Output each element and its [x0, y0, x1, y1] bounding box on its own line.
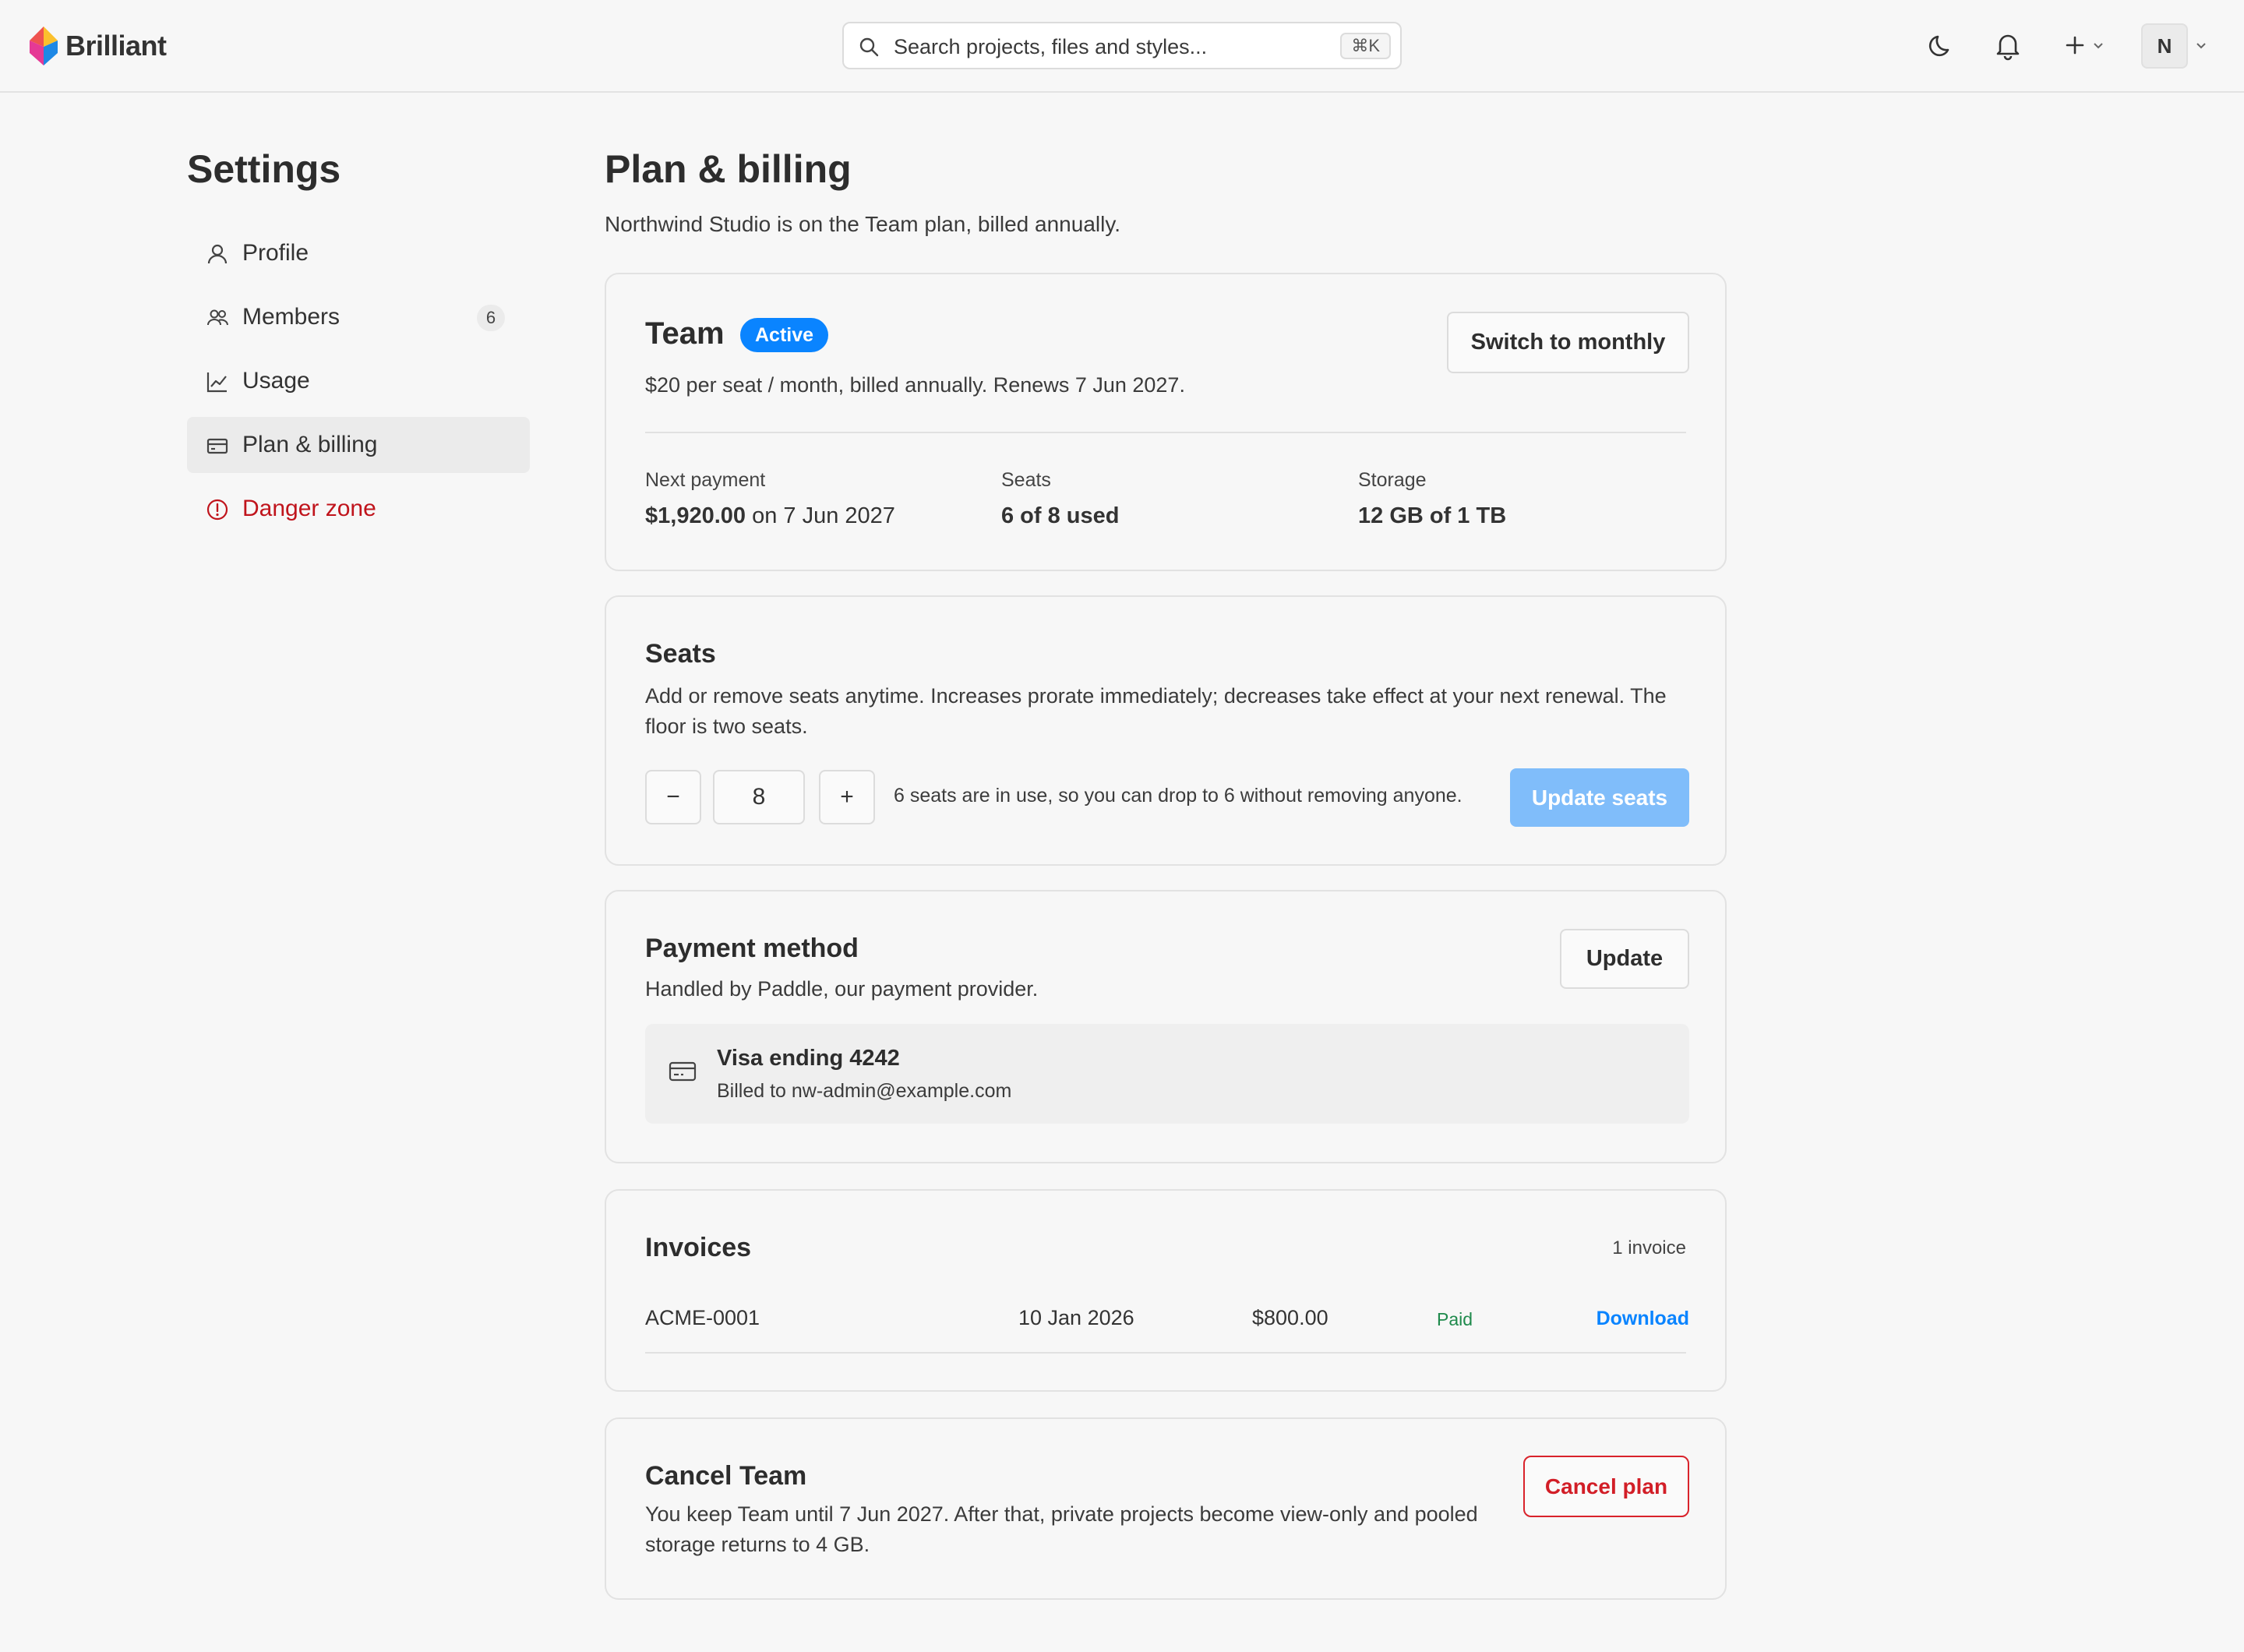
plus-icon[interactable]	[2059, 30, 2091, 61]
status-badge: Paid	[1437, 1309, 1473, 1329]
brand-name: Brilliant	[65, 30, 167, 62]
settings-title: Settings	[187, 147, 341, 191]
sidebar-item-label: Profile	[242, 240, 309, 266]
next-payment-date: on 7 Jun 2027	[752, 503, 895, 528]
update-seats-button[interactable]: Update seats	[1510, 768, 1689, 827]
users-icon	[207, 309, 228, 326]
invoices-title: Invoices	[645, 1233, 752, 1262]
top-bar: Brilliant Search projects, files and sty…	[0, 0, 2244, 93]
chevron-down-icon[interactable]	[2091, 39, 2105, 53]
invoices-card: Invoices 1 invoice ACME-0001 10 Jan 2026…	[605, 1189, 1727, 1392]
avatar[interactable]: N	[2141, 23, 2188, 69]
search-shortcut: ⌘K	[1340, 33, 1391, 59]
brilliant-logo-icon	[30, 26, 58, 65]
members-count-badge: 6	[477, 305, 505, 331]
update-payment-button[interactable]: Update	[1560, 929, 1689, 989]
seats-quantity-input[interactable]: 8	[713, 770, 805, 824]
seats-value: 6 of 8 used	[1001, 503, 1120, 528]
card-on-file: Visa ending 4242 Billed to nw-admin@exam…	[645, 1024, 1689, 1124]
card-name: Visa ending 4242	[717, 1046, 900, 1071]
invoice-date: 10 Jan 2026	[1018, 1306, 1134, 1329]
storage-label: Storage	[1358, 469, 1427, 491]
status-badge: Active	[740, 318, 829, 352]
switch-to-monthly-button[interactable]: Switch to monthly	[1447, 312, 1689, 373]
table-row: ACME-0001 10 Jan 2026 $800.00 Paid Downl…	[645, 1300, 1689, 1347]
next-payment-amount: $1,920.00	[645, 503, 746, 528]
payment-method-card: Payment method Handled by Paddle, our pa…	[605, 890, 1727, 1163]
sidebar-item-label: Usage	[242, 368, 310, 394]
payment-method-title: Payment method	[645, 934, 859, 963]
moon-icon[interactable]	[1927, 30, 1958, 61]
download-invoice-link[interactable]: Download	[1597, 1308, 1689, 1330]
divider	[645, 432, 1686, 433]
plan-name: Team	[645, 316, 725, 351]
invoice-id: ACME-0001	[645, 1306, 760, 1329]
sidebar-item-label: Members	[242, 304, 340, 330]
next-payment-value: $1,920.00 on 7 Jun 2027	[645, 503, 895, 529]
sidebar-item-members[interactable]: Members 6	[187, 289, 530, 345]
seats-label: Seats	[1001, 469, 1051, 491]
chevron-down-icon[interactable]	[2194, 39, 2208, 53]
search-input[interactable]: Search projects, files and styles...	[894, 35, 1207, 59]
card-icon	[669, 1061, 697, 1082]
sidebar-item-danger-zone[interactable]: Danger zone	[187, 481, 530, 537]
page-subtitle: Northwind Studio is on the Team plan, bi…	[605, 212, 1121, 236]
seats-title: Seats	[645, 639, 716, 669]
seats-increment-button[interactable]: +	[819, 770, 875, 824]
divider	[645, 1352, 1686, 1354]
sidebar-item-label: Danger zone	[242, 496, 376, 521]
chart-icon	[206, 372, 227, 393]
alert-circle-icon	[206, 499, 228, 521]
invoice-count: 1 invoice	[1612, 1237, 1686, 1258]
search-bar[interactable]: Search projects, files and styles... ⌘K	[842, 22, 1402, 69]
sidebar-item-plan-billing[interactable]: Plan & billing	[187, 417, 530, 473]
brand-logo[interactable]: Brilliant	[30, 25, 167, 67]
card-icon	[206, 438, 228, 454]
cancel-plan-button[interactable]: Cancel plan	[1523, 1456, 1689, 1517]
seats-description: Add or remove seats anytime. Increases p…	[645, 684, 1667, 738]
bell-icon[interactable]	[1992, 30, 2023, 61]
sidebar-item-profile[interactable]: Profile	[187, 225, 530, 281]
plan-description: $20 per seat / month, billed annually. R…	[645, 373, 1185, 397]
cancel-plan-card: Cancel Team You keep Team until 7 Jun 20…	[605, 1417, 1727, 1600]
next-payment-label: Next payment	[645, 469, 766, 491]
user-icon	[207, 244, 228, 264]
page-title: Plan & billing	[605, 147, 852, 191]
cancel-description: You keep Team until 7 Jun 2027. After th…	[645, 1502, 1478, 1556]
storage-value: 12 GB of 1 TB	[1358, 503, 1507, 528]
sidebar-item-label: Plan & billing	[242, 432, 378, 457]
cancel-title: Cancel Team	[645, 1461, 807, 1491]
seats-decrement-button[interactable]: −	[645, 770, 701, 824]
seats-card: Seats Add or remove seats anytime. Incre…	[605, 595, 1727, 866]
payment-method-description: Handled by Paddle, our payment provider.	[645, 977, 1039, 1001]
seats-hint: 6 seats are in use, so you can drop to 6…	[894, 785, 1462, 807]
search-icon	[859, 37, 879, 57]
plan-card: Team Active $20 per seat / month, billed…	[605, 273, 1727, 571]
card-billed-to: Billed to nw-admin@example.com	[717, 1080, 1012, 1102]
sidebar-item-usage[interactable]: Usage	[187, 353, 530, 409]
invoice-amount: $800.00	[1252, 1306, 1328, 1329]
